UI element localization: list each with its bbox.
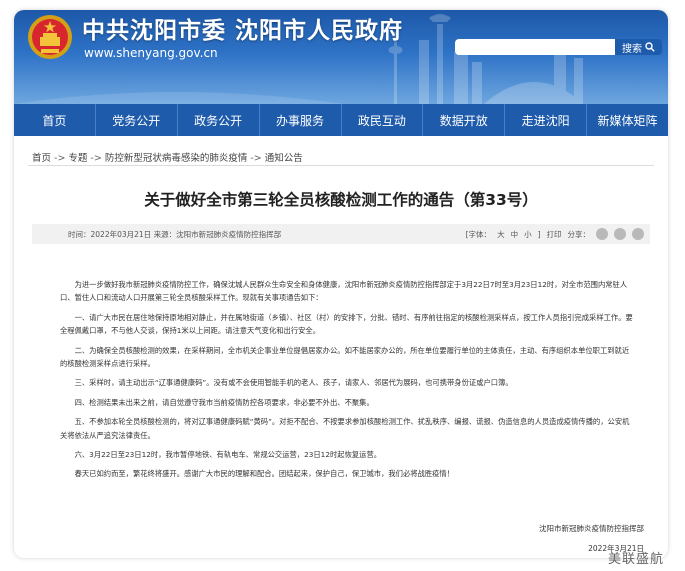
article-source: 来源：沈阳市新冠肺炎疫情防控指挥部 [153,229,282,239]
breadcrumb: 首页 -> 专题 -> 防控新型冠状病毒感染的肺炎疫情 -> 通知公告 [32,150,303,164]
font-size-close: ] [537,229,541,239]
nav-item-party-affairs[interactable]: 党务公开 [94,104,177,136]
search-button-label: 搜索 [622,43,642,55]
site-title: 中共沈阳市委 沈阳市人民政府 [82,18,404,44]
national-emblem-icon [28,15,72,59]
font-size-label: [字体： [465,229,492,239]
article-paragraph: 春天已如约而至，繁花终将盛开。感谢广大市民的理解和配合。团结起来，保护自己，保卫… [74,469,455,479]
share-label: 分享： [567,229,591,239]
article-paragraph: 为进一步做好我市新冠肺炎疫情防控工作，确保沈城人民群众生命安全和身体健康，沈阳市… [60,280,628,303]
article-title: 关于做好全市第三轮全员核酸检测工作的通告（第33号） [144,191,538,209]
print-button[interactable]: 打印 [547,229,562,240]
article-meta-bar: 时间：2022年03月21日 来源：沈阳市新冠肺炎疫情防控指挥部 [字体： 大中小… [32,224,650,244]
nav-item-home[interactable]: 首页 [14,104,95,136]
article-paragraph: 六、3月22日至23日12时，我市暂停地铁、有轨电车、常规公交运营，23日12时… [74,450,382,460]
breadcrumb-notices[interactable]: 通知公告 [265,153,303,164]
breadcrumb-epidemic[interactable]: 防控新型冠状病毒感染的肺炎疫情 [105,153,248,164]
article-paragraph: 一、请广大市民在居住地保持原地相对静止，并在属地街道（乡镇）、社区（村）的安排下… [60,312,633,336]
nav-item-open-data[interactable]: 数据开放 [422,104,504,136]
search-icon [645,42,655,52]
share-wechat-icon[interactable] [614,228,626,240]
nav-item-about-shenyang[interactable]: 走进沈阳 [504,104,586,136]
article-paragraph: 二、为确保全员核酸检测的效果，在采样期间，全市机关企事业单位提倡居家办公。如不能… [60,345,630,369]
search-button[interactable]: 搜索 [615,39,662,55]
breadcrumb-separator: -> [250,153,262,164]
font-size-small-button[interactable]: 小 [524,229,532,240]
main-nav: 首页 党务公开 政务公开 办事服务 政民互动 数据开放 走进沈阳 新媒体矩阵 [14,104,668,136]
site-url[interactable]: www.shenyang.gov.cn [84,46,218,60]
share-qq-icon[interactable] [632,228,644,240]
breadcrumb-divider [28,165,654,166]
breadcrumb-topic[interactable]: 专题 [68,153,87,164]
article-paragraph: 五、不参加本轮全员核酸检测的，将对辽事通健康码赋“黄码”。对拒不配合、不按要求参… [60,417,630,440]
font-size-large-button[interactable]: 大 [497,229,505,240]
watermark-text: 美联盛航 [608,552,665,567]
breadcrumb-separator: -> [90,153,102,164]
share-weibo-icon[interactable] [596,228,608,240]
nav-item-new-media[interactable]: 新媒体矩阵 [586,104,668,136]
nav-item-services[interactable]: 办事服务 [258,104,341,136]
header-banner: 中共沈阳市委 沈阳市人民政府 www.shenyang.gov.cn 搜索 [14,10,668,104]
font-size-medium-button[interactable]: 中 [511,229,519,240]
page-card: 中共沈阳市委 沈阳市人民政府 www.shenyang.gov.cn 搜索 首页… [14,10,668,558]
signature-department: 沈阳市新冠肺炎疫情防控指挥部 [539,524,644,533]
article-body: 为进一步做好我市新冠肺炎疫情防控工作，确保沈城人民群众生命安全和身体健康，沈阳市… [60,278,635,487]
article-paragraph: 四、检测结果未出来之前，请自觉遵守我市当前疫情防控各项要求，非必要不外出、不聚集… [74,397,374,407]
article-paragraph: 三、采样时，请主动出示“辽事通健康码”。没有或不会使用智能手机的老人、孩子，请家… [74,378,513,388]
nav-item-government-affairs[interactable]: 政务公开 [176,104,259,136]
breadcrumb-home[interactable]: 首页 [32,153,51,164]
publish-time: 时间：2022年03月21日 [68,229,152,239]
nav-item-interaction[interactable]: 政民互动 [340,104,423,136]
search-input[interactable] [455,39,615,55]
breadcrumb-separator: -> [54,153,66,164]
